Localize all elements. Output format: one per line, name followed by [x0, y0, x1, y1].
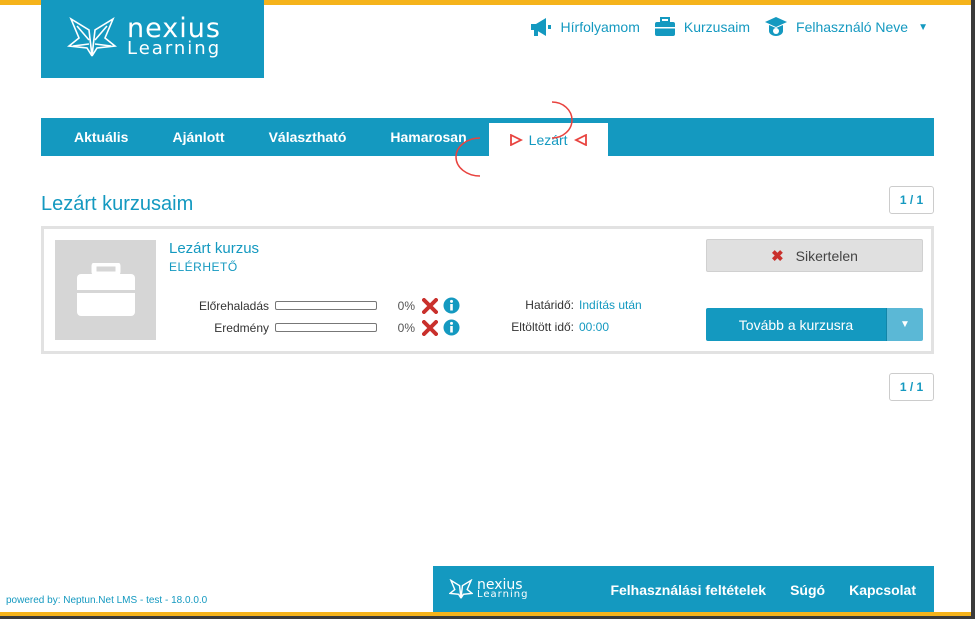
failed-status-button[interactable]: ✖ Sikertelen [706, 239, 923, 272]
result-label: Eredmény [214, 320, 269, 335]
footer-link-terms[interactable]: Felhasználási feltételek [610, 582, 766, 598]
brand-wordmark: nexius Learning [127, 13, 222, 59]
nav-news-label: Hírfolyamom [560, 19, 640, 35]
active-tab-highlight-curves [455, 101, 573, 177]
progress-label: Előrehaladás [198, 298, 269, 313]
result-bar [275, 323, 377, 332]
caret-down-icon: ▼ [900, 319, 910, 330]
pager-top[interactable]: 1 / 1 [889, 186, 934, 214]
progress-bar [275, 301, 377, 310]
course-thumbnail [55, 240, 156, 340]
result-row: Eredmény 0% [169, 319, 460, 336]
megaphone-icon [530, 18, 551, 36]
course-availability: ELÉRHETŐ [169, 260, 238, 274]
nav-news[interactable]: Hírfolyamom [529, 17, 640, 37]
tab-valaszthato[interactable]: Választható [247, 118, 369, 156]
briefcase-icon [654, 17, 675, 36]
footer-wordmark: nexius Learning [477, 578, 529, 600]
time-spent-row: Eltöltött idő: 00:00 [474, 320, 674, 334]
tab-ajanlott[interactable]: Ajánlott [150, 118, 246, 156]
top-navigation: Hírfolyamom Kurzusaim Felhasználó Neve ▼ [515, 16, 928, 38]
progress-row: Előrehaladás 0% [169, 297, 460, 314]
fail-x-icon [422, 319, 438, 336]
nav-user-menu[interactable]: Felhasználó Neve ▼ [764, 16, 928, 38]
briefcase-placeholder-icon [76, 263, 135, 316]
nav-courses[interactable]: Kurzusaim [654, 17, 750, 37]
progress-percent: 0% [397, 298, 415, 313]
graduation-cap-icon [765, 17, 788, 36]
page-title: Lezárt kurzusaim [41, 193, 194, 215]
deadline-row: Határidő: Indítás után [474, 298, 674, 312]
brand-line2: Learning [127, 38, 222, 59]
deadline-label: Határidő: [525, 298, 574, 312]
footer-link-contact[interactable]: Kapcsolat [849, 582, 916, 598]
tab-aktualis[interactable]: Aktuális [41, 118, 150, 156]
course-card: Lezárt kurzus ELÉRHETŐ Előrehaladás 0% E… [41, 226, 934, 354]
course-title[interactable]: Lezárt kurzus [169, 240, 259, 257]
info-icon[interactable] [443, 297, 460, 314]
footer-logo: nexius Learning [449, 578, 529, 601]
info-icon[interactable] [443, 319, 460, 336]
nav-courses-label: Kurzusaim [683, 19, 751, 35]
footer-links: Felhasználási feltételek Súgó Kapcsolat [586, 582, 916, 598]
footer-brand-line2: Learning [477, 589, 529, 600]
fail-x-icon: ✖ [771, 247, 784, 265]
butterfly-logo-icon [449, 579, 473, 599]
continue-dropdown-toggle[interactable]: ▼ [886, 308, 923, 341]
nav-user-label: Felhasználó Neve [796, 19, 909, 35]
continue-course-button[interactable]: Tovább a kurzusra [706, 308, 886, 341]
fail-x-icon [422, 297, 438, 314]
butterfly-logo-icon [67, 17, 117, 57]
caret-down-icon: ▼ [918, 21, 928, 33]
window-edge-right [971, 0, 975, 619]
footer-bar: nexius Learning Felhasználási feltételek… [433, 566, 934, 614]
powered-by-text: powered by: Neptun.Net LMS - test - 18.0… [6, 595, 208, 606]
brand-line1: nexius [127, 13, 221, 44]
time-spent-label: Eltöltött idő: [511, 320, 574, 334]
result-percent: 0% [397, 320, 415, 335]
failed-status-label: Sikertelen [795, 247, 858, 264]
time-spent-value: 00:00 [579, 320, 610, 334]
nexius-logo[interactable]: nexius Learning [41, 0, 264, 78]
pager-bottom[interactable]: 1 / 1 [889, 373, 934, 401]
continue-course-button-group: Tovább a kurzusra ▼ [706, 308, 923, 341]
deadline-value: Indítás után [579, 298, 642, 312]
footer-link-help[interactable]: Súgó [790, 582, 825, 598]
